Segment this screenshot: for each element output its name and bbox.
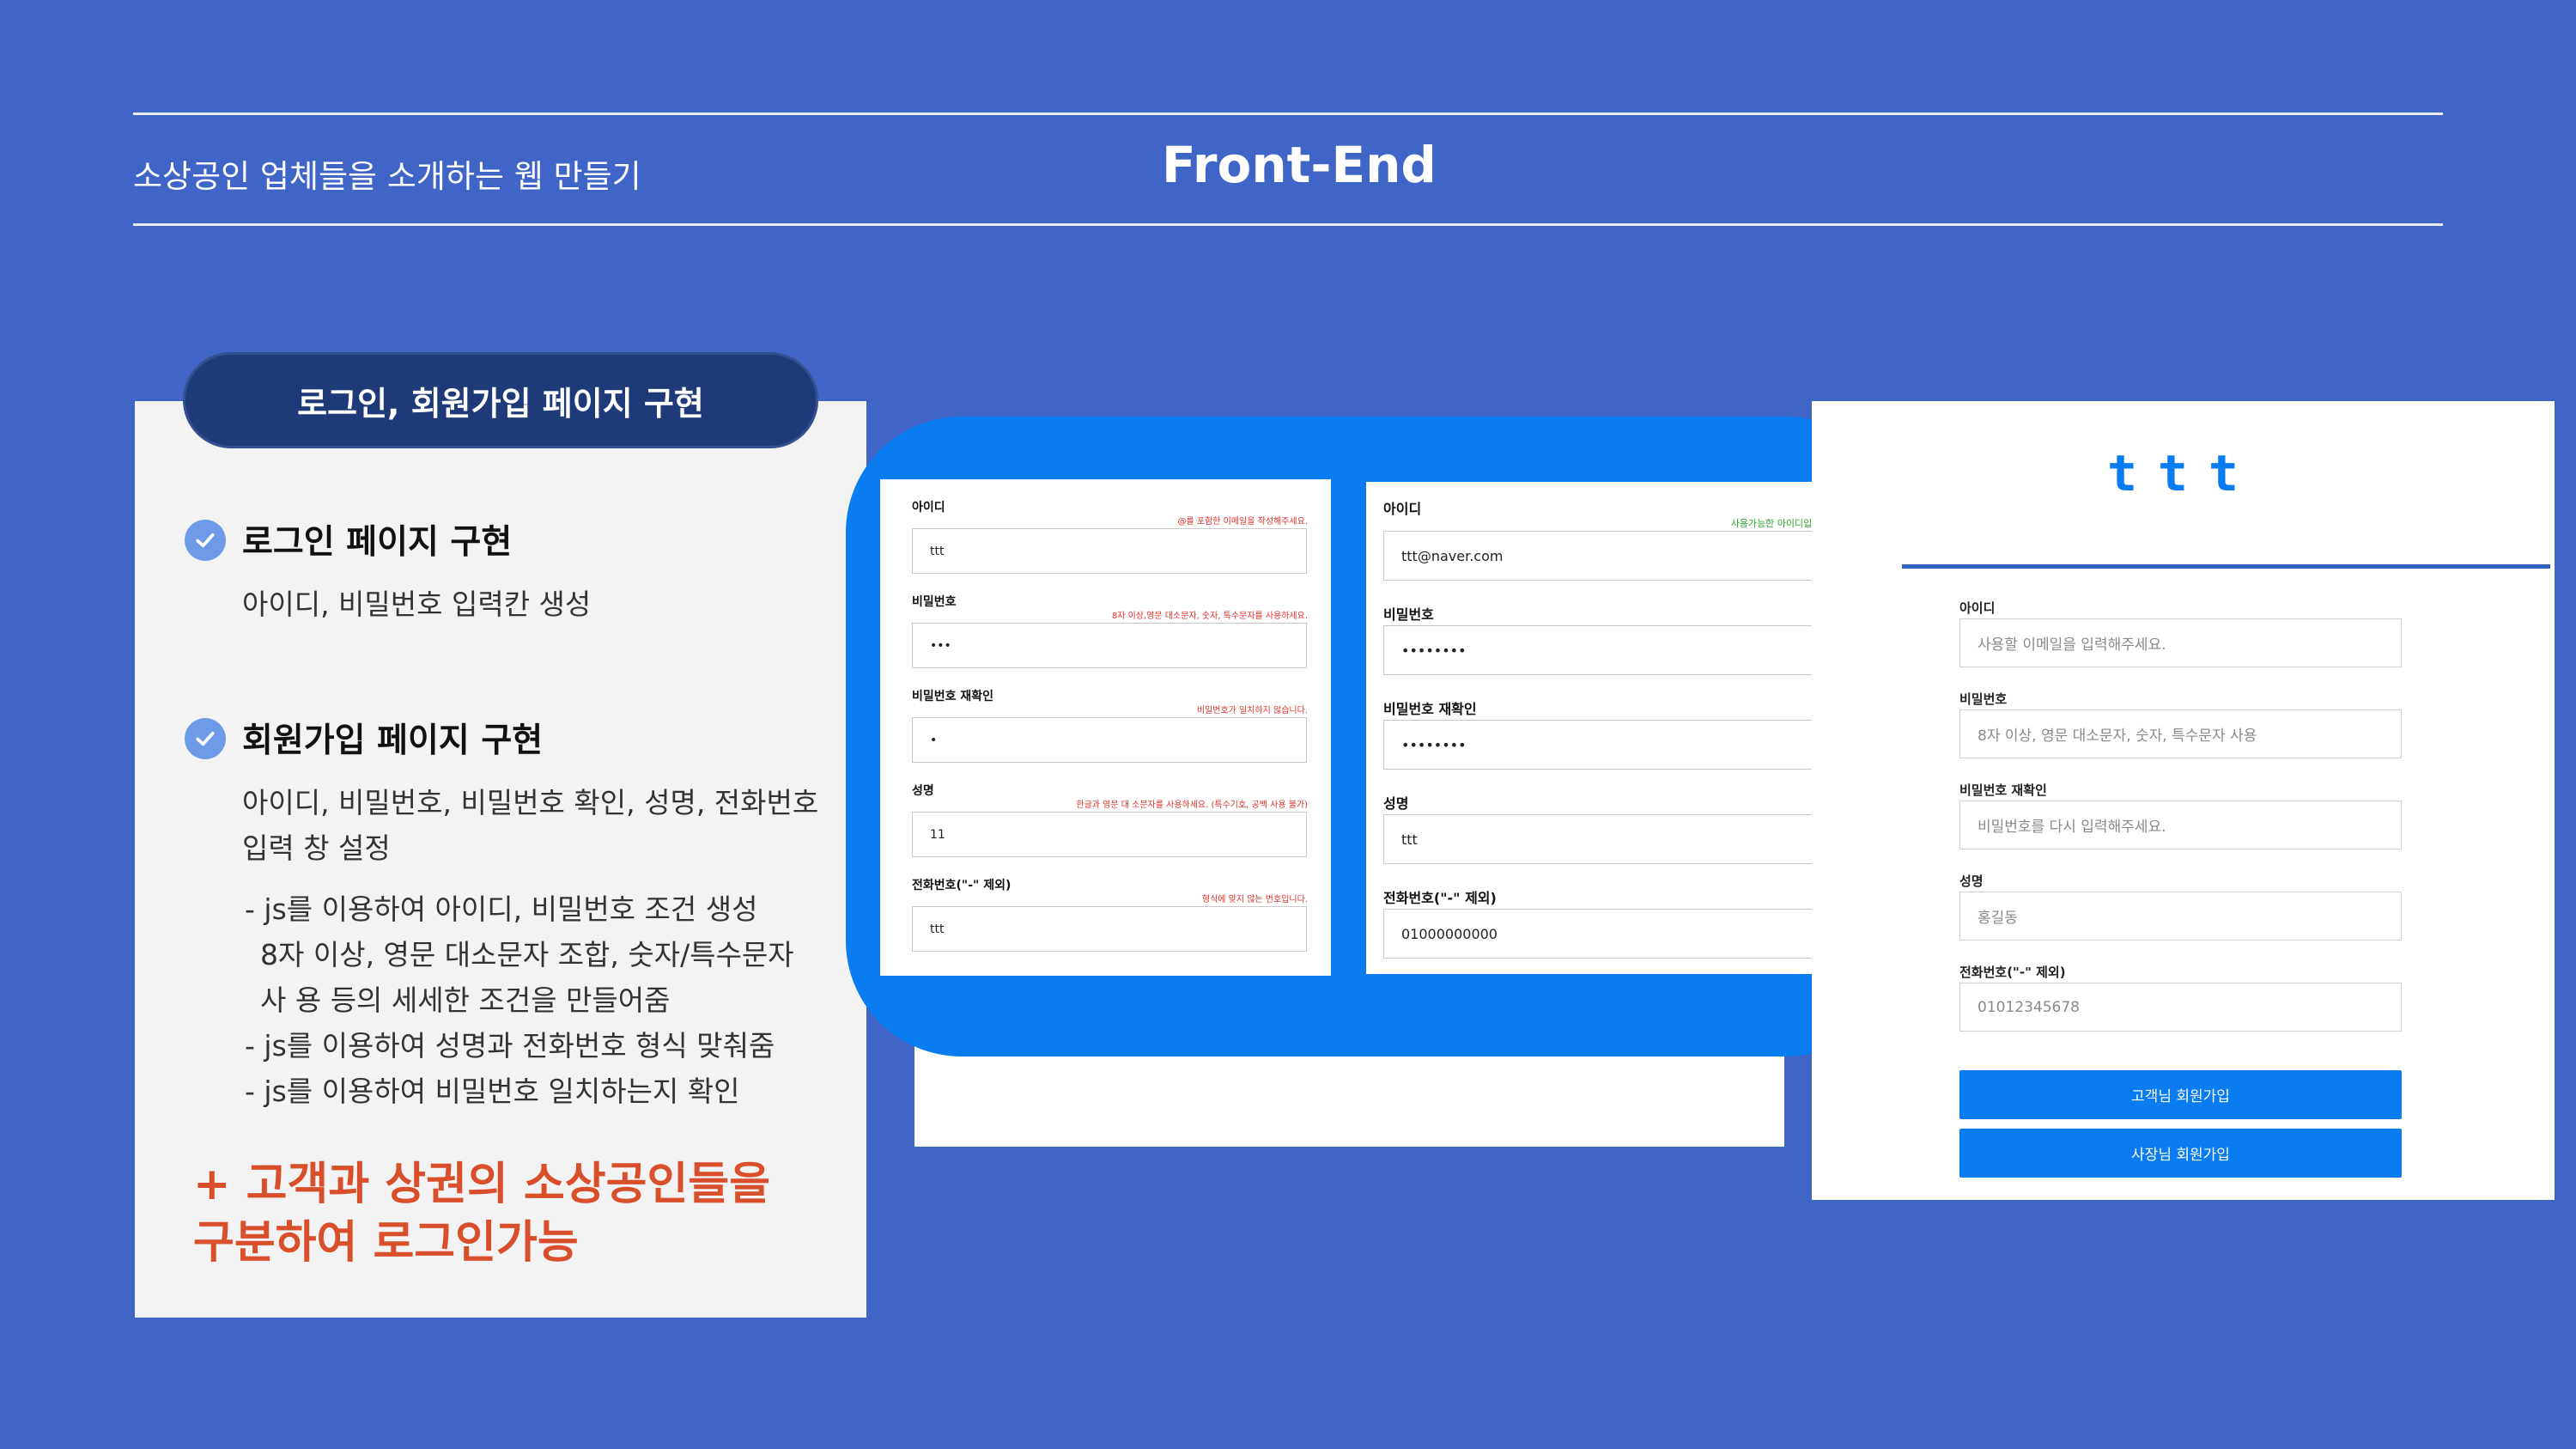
- error-message: 비밀번호가 일치하지 않습니다.: [1196, 706, 1308, 715]
- site-logo: ttt: [2107, 444, 2259, 502]
- bullet-item: - js를 이용하여 성명과 전화번호 형식 맞춰줌: [245, 1029, 775, 1062]
- header-top-rule: [133, 113, 2443, 115]
- page-title: Front-End: [1162, 136, 1437, 194]
- password-input[interactable]: 8자 이상, 영문 대소문자, 숫자, 특수문자 사용: [1959, 709, 2402, 758]
- id-input[interactable]: 사용할 이메일을 입력해주세요.: [1959, 618, 2402, 667]
- password-confirm-input[interactable]: 비밀번호를 다시 입력해주세요.: [1959, 801, 2402, 849]
- check-icon: [185, 520, 226, 561]
- field-label: 전화번호("-" 제외): [1383, 890, 1497, 906]
- field-label: 비밀번호: [912, 595, 957, 609]
- id-input[interactable]: ttt@naver.com: [1383, 531, 1836, 581]
- error-message: @를 포함한 이메일을 작성해주세요.: [1177, 517, 1308, 527]
- password-confirm-input[interactable]: •: [912, 717, 1307, 763]
- section-pill: 로그인, 회원가입 페이지 구현: [183, 352, 818, 448]
- phone-input[interactable]: ttt: [912, 906, 1307, 952]
- signup-section-title: 회원가입 페이지 구현: [242, 721, 544, 760]
- invalid-form-panel: 아이디 @를 포함한 이메일을 작성해주세요. ttt 비밀번호 8자 이상,영…: [880, 479, 1331, 976]
- error-message: 8자 이상,영문 대소문자, 숫자, 특수문자를 사용하세요.: [1111, 612, 1308, 621]
- field-label: 비밀번호 재확인: [912, 690, 994, 703]
- header-bottom-rule: [133, 223, 2443, 226]
- field-label: 아이디: [1959, 600, 1996, 616]
- bullet-item: 8자 이상, 영문 대소문자 조합, 숫자/특수문자: [260, 938, 794, 971]
- signup-section-text: 입력 창 설정: [242, 831, 391, 865]
- field-label: 비밀번호 재확인: [1383, 701, 1477, 717]
- password-confirm-input[interactable]: ••••••••: [1383, 720, 1836, 770]
- highlight-note: + 고객과 상권의 소상공인들을 구분하여 로그인가능: [193, 1155, 770, 1272]
- check-icon: [185, 718, 226, 759]
- field-label: 전화번호("-" 제외): [912, 879, 1012, 892]
- customer-signup-button[interactable]: 고객님 회원가입: [1959, 1070, 2402, 1119]
- name-input[interactable]: ttt: [1383, 814, 1836, 864]
- owner-signup-button[interactable]: 사장님 회원가입: [1959, 1129, 2402, 1178]
- bullet-item: - js를 이용하여 비밀번호 일치하는지 확인: [245, 1075, 740, 1108]
- login-section-text: 아이디, 비밀번호 입력칸 생성: [242, 588, 592, 621]
- login-section-title: 로그인 페이지 구현: [242, 523, 513, 562]
- password-input[interactable]: •••: [912, 623, 1307, 668]
- bullet-item: - js를 이용하여 아이디, 비밀번호 조건 생성: [245, 892, 758, 926]
- field-label: 비밀번호: [1383, 606, 1434, 623]
- logo-divider: [1902, 564, 2550, 569]
- name-input[interactable]: 11: [912, 812, 1307, 857]
- phone-input[interactable]: 01012345678: [1959, 983, 2402, 1032]
- highlight-note-line: + 고객과 상권의 소상공인들을: [193, 1159, 770, 1210]
- id-input[interactable]: ttt: [912, 528, 1307, 574]
- password-input[interactable]: ••••••••: [1383, 625, 1836, 675]
- field-label: 성명: [1383, 795, 1409, 812]
- phone-input[interactable]: 01000000000: [1383, 909, 1836, 959]
- error-message: 한글과 영문 대 소문자를 사용하세요. (특수기호, 공백 사용 불가): [1076, 801, 1308, 810]
- bullet-item: 사 용 등의 세세한 조건을 만들어줌: [260, 983, 671, 1017]
- field-label: 전화번호("-" 제외): [1959, 965, 2066, 980]
- name-input[interactable]: 홍길동: [1959, 892, 2402, 941]
- error-message: 형식에 맞지 않는 번호입니다.: [1201, 895, 1308, 904]
- field-label: 비밀번호 재확인: [1959, 782, 2047, 798]
- field-label: 아이디: [1383, 501, 1422, 517]
- project-subtitle: 소상공인 업체들을 소개하는 웹 만들기: [133, 158, 641, 195]
- highlight-note-line: 구분하여 로그인가능: [193, 1217, 579, 1269]
- field-label: 성명: [1959, 874, 1984, 889]
- field-label: 비밀번호: [1959, 691, 2008, 707]
- field-label: 성명: [912, 784, 934, 798]
- signup-section-text: 아이디, 비밀번호, 비밀번호 확인, 성명, 전화번호: [242, 786, 819, 819]
- valid-form-panel: 아이디 사용가능한 아이디입니다. ttt@naver.com 비밀번호 •••…: [1366, 482, 1854, 974]
- field-label: 아이디: [912, 501, 945, 514]
